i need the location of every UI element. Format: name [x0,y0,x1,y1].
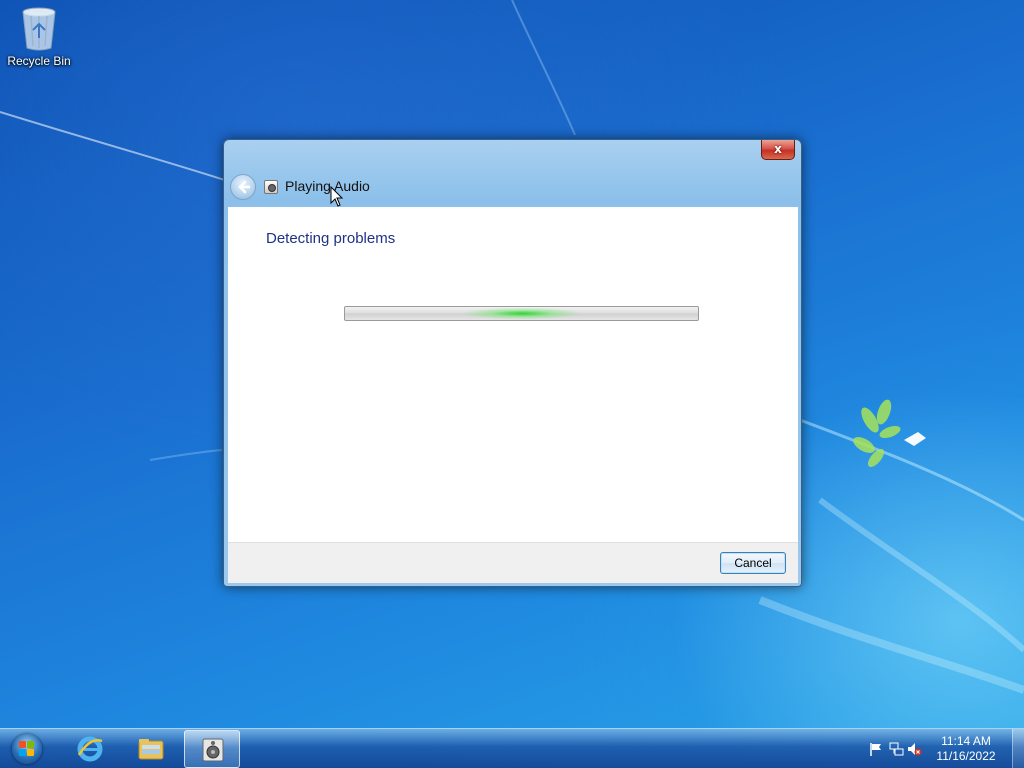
clock[interactable]: 11:14 AM 11/16/2022 [926,734,1006,764]
mouse-cursor-icon [330,186,344,207]
speaker-icon [202,738,224,762]
back-arrow-icon [238,180,251,194]
recycle-bin-icon [19,4,59,52]
troubleshooter-window: x Playing Audio Detecting problems Cance… [223,139,802,587]
start-button[interactable] [2,729,54,768]
bird-decoration [904,432,926,446]
plant-decoration [853,399,901,468]
clock-date: 11/16/2022 [936,749,996,763]
recycle-bin-label: Recycle Bin [7,54,71,68]
folder-icon [138,739,164,760]
recycle-bin-shortcut[interactable]: Recycle Bin [4,4,74,68]
clock-time: 11:14 AM [941,734,991,748]
taskbar-windows-explorer[interactable] [123,730,179,768]
speaker-icon [264,180,278,194]
content-area: Detecting problems [228,207,798,542]
network-icon[interactable] [888,741,904,757]
back-button[interactable] [230,174,256,200]
window-title: Playing Audio [285,178,370,194]
taskbar: 11:14 AM 11/16/2022 [0,728,1024,768]
progress-marquee [462,307,582,320]
volume-muted-icon[interactable] [906,741,922,757]
button-bar: Cancel [228,542,798,583]
system-tray: 11:14 AM 11/16/2022 [854,729,1024,768]
close-button[interactable]: x [761,140,795,160]
taskbar-troubleshooter[interactable] [184,730,240,768]
windows-logo-icon [12,734,42,764]
action-center-flag-icon[interactable] [868,741,884,757]
status-heading: Detecting problems [266,230,396,247]
internet-explorer-icon [77,736,103,762]
progress-bar [344,306,699,321]
taskbar-internet-explorer[interactable] [62,730,118,768]
show-desktop-button[interactable] [1012,729,1024,768]
cancel-button[interactable]: Cancel [720,552,786,574]
